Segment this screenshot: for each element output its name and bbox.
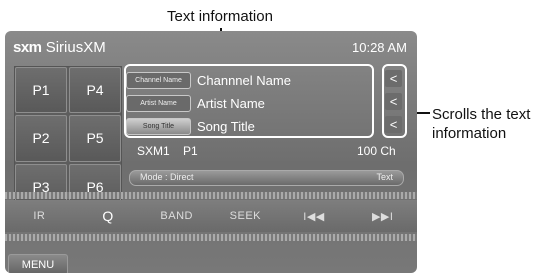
scroll-buttons-callout	[382, 64, 407, 138]
preset-button-p2[interactable]: P2	[15, 115, 67, 162]
control-bar: IR Q BAND SEEK I◀◀ ▶▶I	[5, 200, 417, 232]
radio-screen: sxm SiriusXM 10:28 AM P1 P4 P2 P5 P3 P6 …	[5, 31, 417, 273]
previous-icon[interactable]: I◀◀	[280, 210, 349, 223]
clock: 10:28 AM	[352, 40, 407, 55]
divider-stripe-top	[5, 192, 417, 199]
band-button[interactable]: BAND	[142, 210, 211, 222]
band-indicator: SXM1	[137, 144, 170, 158]
annotation-scroll-line1: Scrolls the text	[432, 106, 531, 123]
mode-bar[interactable]: Mode : Direct Text	[129, 170, 404, 186]
menu-button[interactable]: MENU	[8, 254, 68, 273]
divider-stripe-bottom	[5, 234, 417, 241]
preset-grid: P1 P4 P2 P5 P3 P6	[14, 66, 122, 211]
siriusxm-logo: sxm SiriusXM	[13, 39, 106, 56]
preset-button-p5[interactable]: P5	[69, 115, 121, 162]
search-icon[interactable]: Q	[74, 208, 143, 224]
annotation-scroll-text: Scrolls the text information	[432, 105, 550, 143]
preset-indicator: P1	[183, 144, 198, 158]
status-line: SXM1 P1	[137, 144, 198, 158]
text-information-callout	[124, 64, 374, 138]
text-button[interactable]: Text	[376, 172, 393, 182]
channel-number: 100 Ch	[357, 144, 396, 158]
preset-button-p1[interactable]: P1	[15, 67, 67, 114]
annotation-text-information: Text information	[167, 8, 273, 25]
ir-button[interactable]: IR	[5, 210, 74, 222]
next-icon[interactable]: ▶▶I	[348, 210, 417, 223]
annotation-scroll-line2: information	[432, 125, 507, 142]
preset-button-p4[interactable]: P4	[69, 67, 121, 114]
mode-label: Mode : Direct	[140, 172, 194, 182]
seek-button[interactable]: SEEK	[211, 210, 280, 222]
brand-prefix: sxm	[13, 39, 42, 56]
brand-name: SiriusXM	[45, 39, 106, 56]
